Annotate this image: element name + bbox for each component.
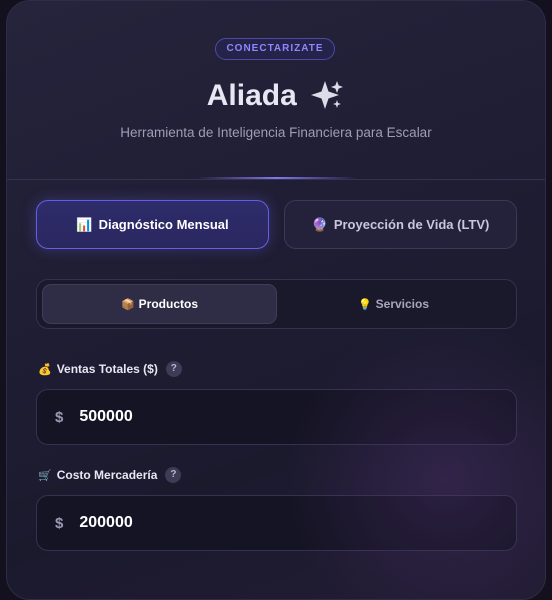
tab-proyeccion-ltv[interactable]: 🔮 Proyección de Vida (LTV)	[284, 200, 517, 249]
page-subtitle: Herramienta de Inteligencia Financiera p…	[120, 125, 432, 140]
tab-label: Proyección de Vida (LTV)	[333, 217, 490, 232]
currency-symbol: $	[55, 514, 64, 532]
costo-mercaderia-input[interactable]	[77, 513, 462, 533]
brand-badge: CONECTARIZATE	[215, 38, 335, 60]
crystal-ball-icon: 🔮	[311, 216, 328, 232]
toggle-servicios[interactable]: 💡 Servicios	[276, 284, 511, 324]
package-icon: 📦	[120, 298, 135, 311]
toggle-label: Productos	[138, 297, 199, 311]
lightbulb-icon: 💡	[357, 298, 372, 311]
costo-mercaderia-field: $	[36, 495, 517, 551]
main-card: CONECTARIZATE Aliada Herramienta de Inte…	[6, 0, 546, 600]
tab-label: Diagnóstico Mensual	[98, 217, 229, 232]
money-bag-icon: 💰	[38, 363, 52, 376]
ventas-totales-label: 💰 Ventas Totales ($) ?	[38, 360, 182, 378]
title-row: Aliada	[7, 79, 545, 119]
help-icon[interactable]: ?	[165, 467, 182, 483]
header-divider-glow	[197, 177, 357, 179]
header: CONECTARIZATE Aliada Herramienta de Inte…	[7, 1, 545, 180]
toggle-label: Servicios	[375, 297, 430, 311]
bar-chart-icon: 📊	[76, 216, 93, 232]
sparkle-icon	[311, 81, 344, 109]
currency-symbol: $	[55, 408, 64, 426]
help-icon[interactable]: ?	[165, 361, 182, 377]
field-label-text: Ventas Totales ($)	[56, 362, 158, 376]
costo-mercaderia-label: 🛒 Costo Mercadería ?	[38, 466, 182, 484]
ventas-totales-field: $	[36, 389, 517, 445]
cart-icon: 🛒	[38, 469, 52, 482]
field-label-text: Costo Mercadería	[56, 468, 158, 482]
mode-tabs: 📊 Diagnóstico Mensual 🔮 Proyección de Vi…	[36, 200, 517, 250]
business-type-toggle: 📦 Productos 💡 Servicios	[36, 279, 517, 329]
page-title: Aliada	[206, 79, 297, 112]
toggle-productos[interactable]: 📦 Productos	[42, 284, 277, 324]
tab-diagnostico-mensual[interactable]: 📊 Diagnóstico Mensual	[36, 200, 269, 249]
ventas-totales-input[interactable]	[77, 407, 462, 427]
